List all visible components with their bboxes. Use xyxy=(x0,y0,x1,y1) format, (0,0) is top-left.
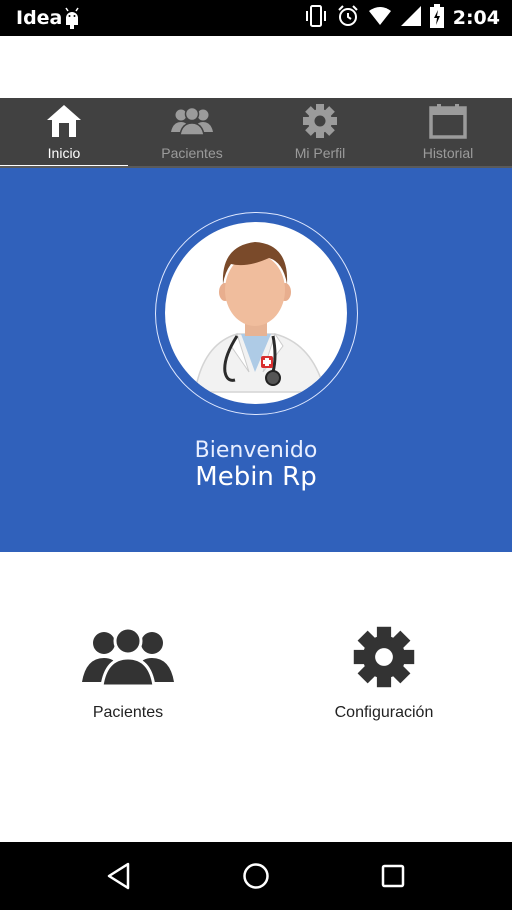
tab-mi-perfil[interactable]: Mi Perfil xyxy=(256,98,384,168)
gear-icon xyxy=(302,102,338,140)
calendar-icon xyxy=(429,102,467,140)
tab-bar: Inicio Pacientes Mi Perfil Historial xyxy=(0,98,512,168)
menu-label: Pacientes xyxy=(92,704,164,721)
menu-pacientes-button[interactable]: Pacientes xyxy=(0,622,256,722)
doctor-avatar xyxy=(165,222,347,404)
welcome-text: Bienvenido xyxy=(194,438,318,463)
home-circle-icon[interactable] xyxy=(221,842,291,910)
status-bar: Idea 2:04 xyxy=(0,0,512,36)
menu-label: Configuración xyxy=(334,704,434,721)
vibrate-icon xyxy=(304,4,328,32)
users-icon xyxy=(171,102,213,140)
signal-icon xyxy=(400,5,421,31)
battery-icon xyxy=(429,3,444,33)
gear-icon xyxy=(352,622,416,692)
users-icon xyxy=(82,622,174,692)
tab-inicio[interactable]: Inicio xyxy=(0,98,128,168)
tab-historial[interactable]: Historial xyxy=(384,98,512,168)
alarm-icon xyxy=(337,4,359,32)
home-icon xyxy=(45,102,83,140)
tab-label: Historial xyxy=(422,145,474,161)
menu-grid: Pacientes Configuración xyxy=(0,552,512,842)
tab-label: Pacientes xyxy=(161,145,223,161)
tab-label: Inicio xyxy=(47,145,81,161)
wifi-icon xyxy=(368,6,392,31)
welcome-header: Bienvenido Mebin Rp xyxy=(0,168,512,552)
carrier-name: Idea xyxy=(16,7,63,29)
tab-label: Mi Perfil xyxy=(294,145,346,161)
android-debug-icon xyxy=(62,6,82,35)
user-name: Mebin Rp xyxy=(195,462,317,492)
avatar-ring xyxy=(155,212,358,415)
app-bar xyxy=(0,36,512,98)
recents-icon[interactable] xyxy=(358,842,428,910)
clock-time: 2:04 xyxy=(452,7,500,29)
menu-configuracion-button[interactable]: Configuración xyxy=(256,622,512,722)
tab-pacientes[interactable]: Pacientes xyxy=(128,98,256,168)
back-icon[interactable] xyxy=(84,842,154,910)
system-navigation-bar xyxy=(0,842,512,910)
